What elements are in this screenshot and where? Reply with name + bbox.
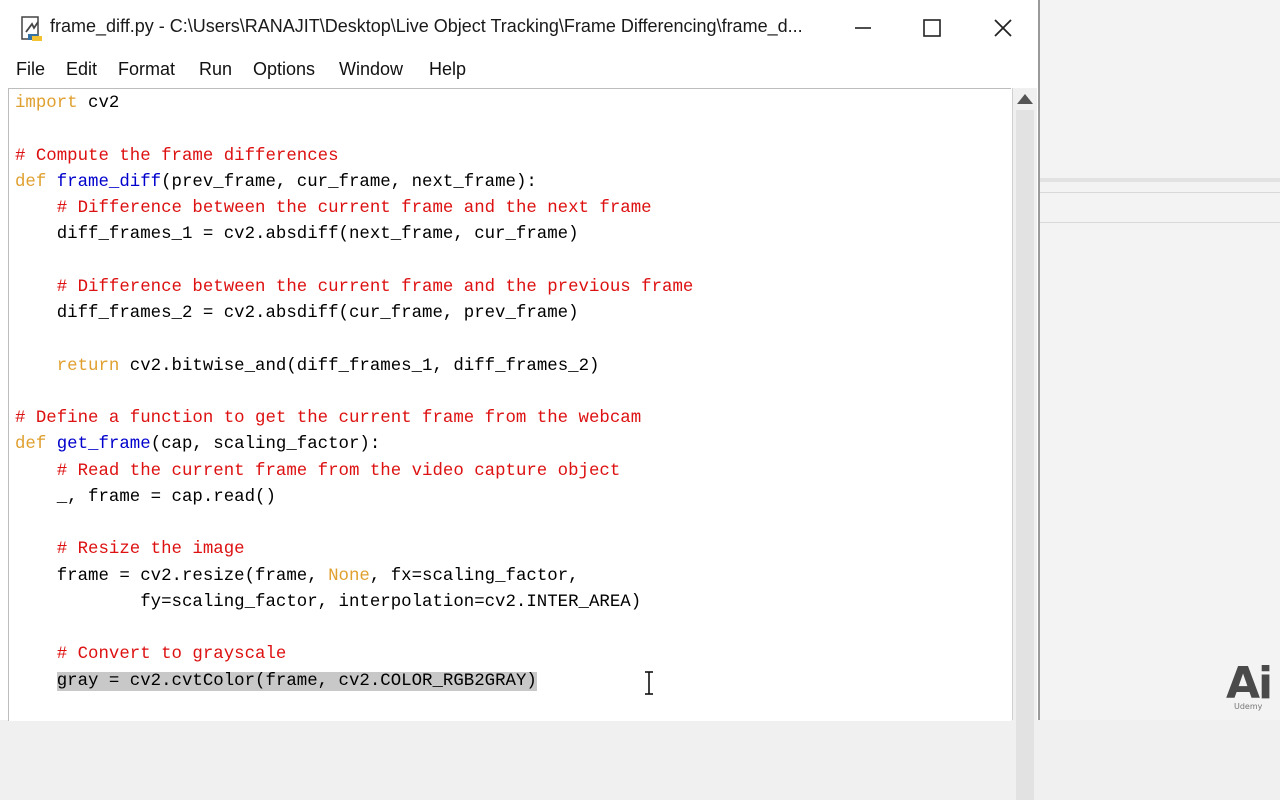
close-button[interactable] <box>980 10 1026 46</box>
code-line[interactable]: # Read the current frame from the video … <box>15 459 693 485</box>
comment-token: # Compute the frame differences <box>15 146 339 166</box>
keyword-token: return <box>56 356 120 376</box>
scroll-up-arrow-icon[interactable] <box>1017 94 1033 104</box>
code-line[interactable]: # Difference between the current frame a… <box>15 275 694 301</box>
menu-format[interactable]: Format <box>118 59 175 80</box>
title-bar[interactable]: frame_diff.py - C:\Users\RANAJIT\Desktop… <box>0 0 1038 56</box>
code-line[interactable]: fy=scaling_factor, interpolation=cv2.INT… <box>15 590 693 616</box>
comment-token: # Difference between the current frame a… <box>56 199 652 218</box>
code-token: fy=scaling_factor, interpolation=cv2.INT… <box>15 592 642 612</box>
code-line[interactable]: frame = cv2.resize(frame, None, fx=scali… <box>15 564 693 590</box>
minimize-icon <box>855 27 871 29</box>
code-line[interactable]: def frame_diff(prev_frame, cur_frame, ne… <box>15 170 693 196</box>
menu-help[interactable]: Help <box>429 59 466 80</box>
background-divider <box>1040 178 1280 182</box>
comment-token: # Difference between the current frame a… <box>56 277 694 297</box>
code-text[interactable]: import cv2 # Compute the frame difference… <box>15 91 693 695</box>
selected-text: gray = cv2.cvtColor(frame, cv2.COLOR_RGB… <box>56 671 537 691</box>
menu-window[interactable]: Window <box>339 59 403 80</box>
code-line[interactable]: return cv2.bitwise_and(diff_frames_1, di… <box>15 354 693 380</box>
idle-editor-window: frame_diff.py - C:\Users\RANAJIT\Desktop… <box>0 0 1040 800</box>
keyword-token: None <box>328 566 370 586</box>
menu-bar: File Edit Format Run Options Window Help <box>0 56 1038 86</box>
menu-run[interactable]: Run <box>199 59 232 80</box>
close-icon <box>994 19 1012 37</box>
code-token: diff_frames_2 = cv2.absdiff(cur_frame, p… <box>15 304 579 323</box>
code-line[interactable]: _, frame = cap.read() <box>15 485 693 511</box>
code-token: cv2 <box>77 94 120 113</box>
code-line[interactable]: import cv2 <box>15 91 693 117</box>
minimize-button[interactable] <box>840 10 886 46</box>
keyword-token: def <box>15 172 47 192</box>
code-token: cv2.bitwise_and(diff_frames_1, diff_fram… <box>119 356 600 376</box>
code-token: , fx=scaling_factor, <box>369 566 579 586</box>
background-divider <box>1040 222 1280 223</box>
code-line[interactable]: # Compute the frame differences <box>15 144 693 170</box>
code-line[interactable] <box>15 616 693 642</box>
comment-token: # Define a function to get the current f… <box>15 409 642 428</box>
watermark-sub-text: Udemy <box>1234 702 1263 711</box>
code-token: (prev_frame, cur_frame, next_frame): <box>161 172 537 192</box>
code-line[interactable] <box>15 117 693 143</box>
keyword-token: def <box>15 435 47 455</box>
background-window <box>1040 0 1280 720</box>
comment-token: # Read the current frame from the video … <box>56 461 621 481</box>
code-line[interactable]: def get_frame(cap, scaling_factor): <box>15 432 693 458</box>
function-name-token: frame_diff <box>56 172 162 192</box>
code-line[interactable]: diff_frames_2 = cv2.absdiff(cur_frame, p… <box>15 301 693 327</box>
code-line[interactable] <box>15 511 693 537</box>
code-line[interactable]: # Difference between the current frame a… <box>15 196 693 222</box>
python-file-icon <box>21 16 42 41</box>
code-token: diff_frames_1 = cv2.absdiff(next_frame, … <box>15 225 579 245</box>
maximize-button[interactable] <box>909 10 955 46</box>
code-token: _, frame = cap.read() <box>15 487 276 507</box>
code-line[interactable]: diff_frames_1 = cv2.absdiff(next_frame, … <box>15 222 693 248</box>
code-line[interactable] <box>15 327 693 353</box>
keyword-token: import <box>15 94 78 113</box>
scroll-thumb[interactable] <box>1016 110 1034 800</box>
window-title: frame_diff.py - C:\Users\RANAJIT\Desktop… <box>50 16 803 36</box>
menu-edit[interactable]: Edit <box>66 59 97 80</box>
code-token: frame = cv2.resize(frame, <box>15 566 329 586</box>
code-token: (cap, scaling_factor): <box>150 435 381 455</box>
menu-options[interactable]: Options <box>253 59 315 80</box>
function-name-token: get_frame <box>56 435 151 455</box>
code-editor[interactable]: import cv2 # Compute the frame difference… <box>8 88 1011 721</box>
menu-file[interactable]: File <box>16 59 45 80</box>
vertical-scrollbar[interactable] <box>1012 88 1037 800</box>
code-line[interactable] <box>15 380 693 406</box>
code-line[interactable] <box>15 249 693 275</box>
watermark-logo: Ai Udemy <box>1226 656 1276 716</box>
code-line[interactable]: # Define a function to get the current f… <box>15 406 693 432</box>
code-line[interactable]: gray = cv2.cvtColor(frame, cv2.COLOR_RGB… <box>15 669 693 695</box>
code-line[interactable]: # Resize the image <box>15 537 693 563</box>
maximize-icon <box>923 19 941 37</box>
text-cursor-icon <box>645 671 653 695</box>
code-line[interactable]: # Convert to grayscale <box>15 642 693 668</box>
comment-token: # Resize the image <box>56 540 245 560</box>
background-divider <box>1040 192 1280 193</box>
comment-token: # Convert to grayscale <box>56 645 287 665</box>
